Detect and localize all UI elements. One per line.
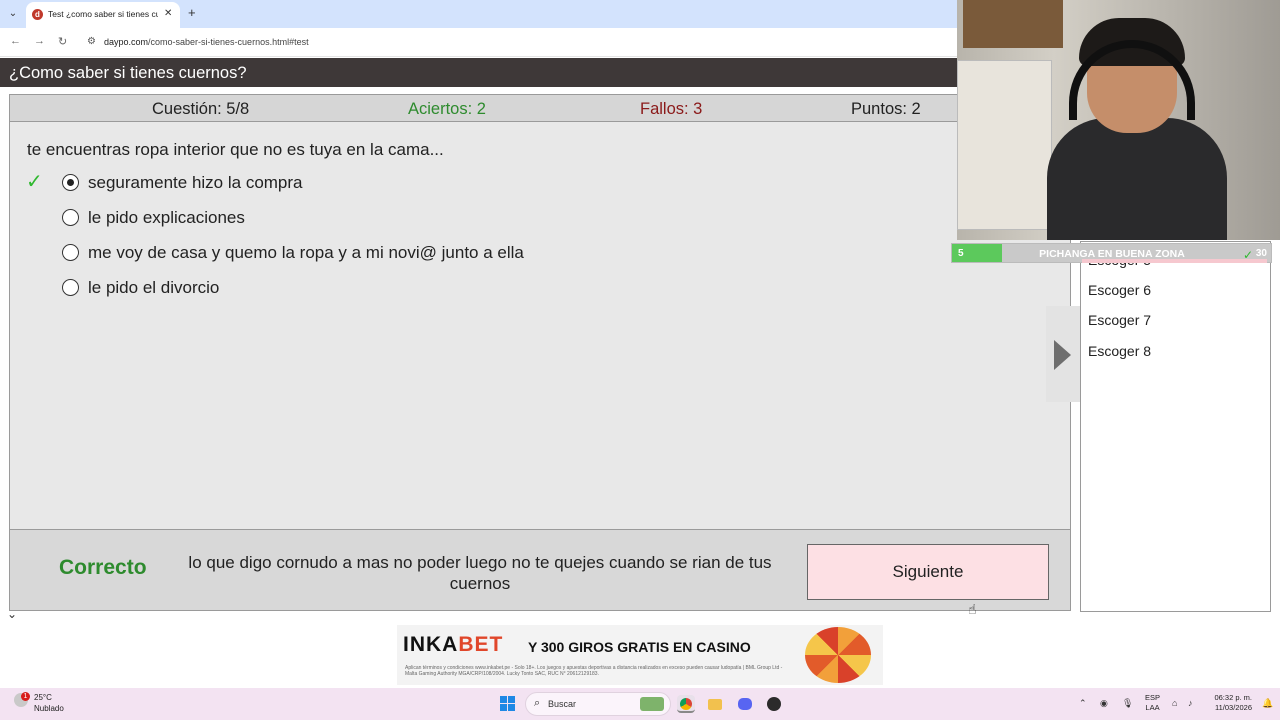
- close-tab-icon[interactable]: ✕: [164, 8, 172, 19]
- question-text: te encuentras ropa interior que no es tu…: [27, 140, 444, 159]
- answer-option[interactable]: le pido explicaciones: [10, 203, 910, 233]
- feedback-panel: Correcto lo que digo cornudo a mas no po…: [10, 529, 1070, 617]
- radio-button[interactable]: [62, 244, 79, 261]
- site-info-icon[interactable]: ⚙: [87, 36, 96, 47]
- webcam-calendar: [957, 60, 1052, 230]
- taskbar-search[interactable]: ⌕ Buscar: [525, 692, 671, 716]
- roulette-wheel-icon: [805, 627, 871, 683]
- clock-time: 06:32 p. m.: [1214, 693, 1252, 702]
- question-list-item[interactable]: Escoger 8: [1088, 343, 1151, 359]
- stream-progress-start: 5: [958, 248, 964, 259]
- ad-promo: Y 300 GIROS GRATIS EN CASINO: [528, 639, 751, 655]
- keyboard-layout: LAA: [1145, 703, 1160, 712]
- search-icon: ⌕: [534, 697, 541, 709]
- reload-icon[interactable]: ↻: [58, 35, 67, 48]
- file-explorer-icon[interactable]: [706, 695, 724, 713]
- points-counter: Puntos: 2: [851, 100, 921, 118]
- start-icon[interactable]: [500, 696, 515, 711]
- search-highlight-icon: [640, 697, 664, 711]
- ad-brand-b: BET: [458, 633, 504, 656]
- ad-banner[interactable]: INKABET Y 300 GIROS GRATIS EN CASINO Apl…: [397, 625, 883, 685]
- answer-option[interactable]: me voy de casa y quemo la ropa y a mi no…: [10, 238, 910, 268]
- weather-description[interactable]: Nublado: [34, 704, 64, 713]
- radio-button[interactable]: [62, 209, 79, 226]
- ad-brand-a: INKA: [403, 633, 459, 656]
- tab-list-icon[interactable]: ⌄: [4, 5, 22, 23]
- notification-badge: 1: [21, 692, 30, 701]
- forward-icon[interactable]: →: [34, 35, 45, 47]
- weather-temperature[interactable]: 25°C: [34, 693, 52, 702]
- check-icon: ✓: [26, 171, 43, 193]
- back-icon[interactable]: ←: [10, 35, 21, 47]
- chevron-up-icon[interactable]: ⌃: [1079, 698, 1087, 709]
- ad-brand: INKABET: [403, 633, 503, 657]
- volume-icon[interactable]: ♪: [1188, 698, 1193, 708]
- stream-progress-bar: 5 PICHANGA EN BUENA ZONA ✓ 30: [951, 243, 1272, 263]
- url-host: daypo.com: [104, 37, 149, 47]
- next-button[interactable]: Siguiente ☝: [807, 544, 1049, 617]
- wifi-icon[interactable]: ⌂: [1172, 698, 1177, 708]
- browser-tab[interactable]: d Test ¿como saber si tienes cue ✕: [26, 2, 180, 28]
- stream-progress-goal: 30: [1255, 248, 1267, 259]
- page-title: ¿Como saber si tienes cuernos?: [9, 64, 247, 82]
- correct-counter: Aciertos: 2: [408, 100, 486, 118]
- answer-label[interactable]: seguramente hizo la compra: [88, 173, 303, 193]
- microphone-icon[interactable]: 🎙: [1122, 698, 1133, 709]
- question-list: Escoger 5 Escoger 6 Escoger 7 Escoger 8: [1080, 241, 1271, 612]
- page-header: ¿Como saber si tienes cuernos?: [0, 58, 958, 87]
- site-favicon-icon: d: [32, 9, 43, 20]
- stats-bar: Cuestión: 5/8 Aciertos: 2 Fallos: 3 Punt…: [10, 95, 1070, 122]
- answer-option[interactable]: ✓ seguramente hizo la compra: [10, 168, 910, 198]
- webcam-person-body: [1047, 118, 1227, 240]
- wrong-counter: Fallos: 3: [640, 100, 703, 118]
- notification-bell-icon[interactable]: 🔔: [1262, 698, 1273, 709]
- answer-label[interactable]: le pido el divorcio: [88, 278, 219, 298]
- question-list-item[interactable]: Escoger 7: [1088, 312, 1151, 328]
- discord-icon[interactable]: [736, 695, 754, 713]
- answer-label[interactable]: le pido explicaciones: [88, 208, 245, 228]
- quiz-panel: Cuestión: 5/8 Aciertos: 2 Fallos: 3 Punt…: [9, 94, 1071, 617]
- answer-label[interactable]: me voy de casa y quemo la ropa y a mi no…: [88, 243, 524, 263]
- tab-title: Test ¿como saber si tienes cue: [48, 9, 158, 19]
- taskbar: 1 25°C Nublado ⌕ Buscar ⌃ ◉ 🎙 ESP LAA ⌂ …: [0, 688, 1280, 720]
- result-label: Correcto: [59, 556, 147, 579]
- chrome-icon[interactable]: [677, 695, 695, 713]
- hand-cursor-icon: ☝: [968, 601, 977, 617]
- stream-progress-title: PICHANGA EN BUENA ZONA: [1039, 248, 1185, 260]
- feedback-explanation: lo que digo cornudo a mas no poder luego…: [188, 553, 772, 593]
- search-placeholder: Buscar: [548, 699, 577, 709]
- url-path: /como-saber-si-tienes-cuernos.html#test: [148, 37, 309, 47]
- webcam-overlay: [957, 0, 1280, 240]
- next-button-label: Siguiente: [892, 562, 964, 581]
- new-tab-button[interactable]: +: [188, 5, 196, 20]
- check-icon: ✓: [1242, 248, 1253, 262]
- question-counter: Cuestión: 5/8: [152, 100, 250, 118]
- expand-arrow-icon[interactable]: [1046, 306, 1080, 402]
- chevron-down-icon[interactable]: ⌄: [7, 607, 17, 621]
- question-list-item[interactable]: Escoger 6: [1088, 282, 1151, 298]
- radio-button[interactable]: [62, 279, 79, 296]
- obs-icon[interactable]: [765, 695, 783, 713]
- webcam-poster: [963, 0, 1063, 48]
- radio-button-selected[interactable]: [62, 174, 79, 191]
- ad-fine-print: Aplican términos y condiciones www.inkab…: [405, 665, 783, 677]
- clock[interactable]: 06:32 p. m. 11/03/2026: [1206, 693, 1252, 713]
- network-tray-icon[interactable]: ◉: [1100, 698, 1108, 709]
- screen: ⌄ d Test ¿como saber si tienes cue ✕ + ←…: [0, 0, 1280, 720]
- answer-option[interactable]: le pido el divorcio: [10, 273, 910, 303]
- url-field[interactable]: daypo.com/como-saber-si-tienes-cuernos.h…: [104, 37, 309, 47]
- clock-date: 11/03/2026: [1215, 703, 1252, 712]
- language-code: ESP: [1145, 693, 1161, 702]
- language-indicator[interactable]: ESP LAA: [1145, 693, 1160, 713]
